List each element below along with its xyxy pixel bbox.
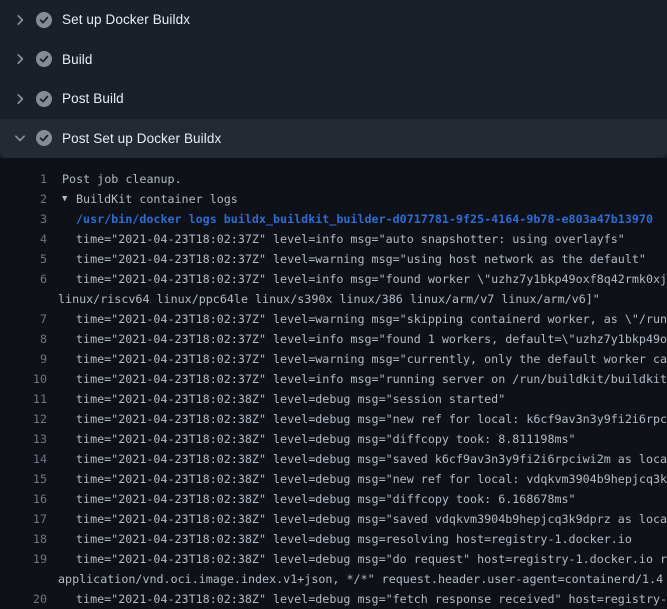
log-line: 10 time="2021-04-23T18:02:37Z" level=info… bbox=[0, 369, 667, 389]
check-circle-icon bbox=[36, 91, 52, 107]
log-line: 2 ▼ BuildKit container logs bbox=[0, 189, 667, 209]
log-line: 3/usr/bin/docker logs buildx_buildkit_bu… bbox=[0, 209, 667, 229]
step-title: Set up Docker Buildx bbox=[62, 12, 190, 27]
chevron-right-icon[interactable] bbox=[12, 91, 28, 107]
line-number[interactable]: 7 bbox=[0, 309, 47, 329]
line-number[interactable]: 12 bbox=[0, 409, 47, 429]
log-line: application/vnd.oci.image.index.v1+json,… bbox=[0, 569, 667, 589]
line-number[interactable]: 11 bbox=[0, 389, 47, 409]
log-text: Post job cleanup. bbox=[62, 169, 182, 189]
log-text: time="2021-04-23T18:02:38Z" level=debug … bbox=[76, 449, 667, 469]
log-line: 14 time="2021-04-23T18:02:38Z" level=debu… bbox=[0, 449, 667, 469]
chevron-right-icon[interactable] bbox=[12, 12, 28, 28]
log-text: time="2021-04-23T18:02:37Z" level=warnin… bbox=[76, 249, 646, 269]
log-text: time="2021-04-23T18:02:38Z" level=debug … bbox=[76, 589, 667, 609]
log-line: 11 time="2021-04-23T18:02:38Z" level=debu… bbox=[0, 389, 667, 409]
line-number[interactable]: 3 bbox=[0, 209, 47, 229]
log-text: time="2021-04-23T18:02:38Z" level=debug … bbox=[76, 529, 632, 549]
log-area[interactable]: 1 Post job cleanup. 2 ▼ BuildKit container l… bbox=[0, 158, 667, 609]
log-line: 13 time="2021-04-23T18:02:38Z" level=debu… bbox=[0, 429, 667, 449]
log-line: 1 Post job cleanup. bbox=[0, 169, 667, 189]
log-text: time="2021-04-23T18:02:37Z" level=info m… bbox=[76, 269, 667, 289]
log-line: 4 time="2021-04-23T18:02:37Z" level=info … bbox=[0, 229, 667, 249]
step-header-post-set-up-docker-buildx[interactable]: Post Set up Docker Buildx bbox=[0, 119, 667, 159]
log-text: time="2021-04-23T18:02:37Z" level=warnin… bbox=[76, 309, 667, 329]
chevron-right-icon[interactable] bbox=[12, 51, 28, 67]
line-number[interactable]: 4 bbox=[0, 229, 47, 249]
log-line: 5 time="2021-04-23T18:02:37Z" level=warni… bbox=[0, 249, 667, 269]
collapse-triangle-icon[interactable]: ▼ bbox=[62, 189, 67, 209]
log-text: application/vnd.oci.image.index.v1+json,… bbox=[58, 569, 663, 589]
log-text: time="2021-04-23T18:02:38Z" level=debug … bbox=[76, 549, 667, 569]
line-number[interactable]: 8 bbox=[0, 329, 47, 349]
log-text: time="2021-04-23T18:02:38Z" level=debug … bbox=[76, 469, 667, 489]
log-line: 17 time="2021-04-23T18:02:38Z" level=debu… bbox=[0, 509, 667, 529]
log-line: 16 time="2021-04-23T18:02:38Z" level=debu… bbox=[0, 489, 667, 509]
line-number[interactable]: 19 bbox=[0, 549, 47, 569]
log-line: 7 time="2021-04-23T18:02:37Z" level=warni… bbox=[0, 309, 667, 329]
line-number[interactable]: 16 bbox=[0, 489, 47, 509]
line-number[interactable]: 2 bbox=[0, 189, 47, 209]
log-command-text: /usr/bin/docker logs buildx_buildkit_bui… bbox=[76, 209, 653, 229]
step-title: Post Set up Docker Buildx bbox=[62, 131, 221, 146]
line-number[interactable]: 13 bbox=[0, 429, 47, 449]
log-text: time="2021-04-23T18:02:37Z" level=info m… bbox=[76, 329, 667, 349]
step-title: Build bbox=[62, 52, 93, 67]
log-text: time="2021-04-23T18:02:38Z" level=debug … bbox=[76, 389, 505, 409]
line-number[interactable]: 14 bbox=[0, 449, 47, 469]
log-text: time="2021-04-23T18:02:37Z" level=info m… bbox=[76, 229, 625, 249]
log-line: 19 time="2021-04-23T18:02:38Z" level=debu… bbox=[0, 549, 667, 569]
step-header-set-up-docker-buildx[interactable]: Set up Docker Buildx bbox=[0, 0, 667, 40]
log-text: time="2021-04-23T18:02:38Z" level=debug … bbox=[76, 429, 576, 449]
log-line: 8 time="2021-04-23T18:02:37Z" level=info … bbox=[0, 329, 667, 349]
log-line: 18 time="2021-04-23T18:02:38Z" level=debu… bbox=[0, 529, 667, 549]
log-text: time="2021-04-23T18:02:37Z" level=info m… bbox=[76, 369, 667, 389]
log-text: BuildKit container logs bbox=[76, 189, 238, 209]
line-number[interactable]: 15 bbox=[0, 469, 47, 489]
log-line: 9 time="2021-04-23T18:02:37Z" level=warni… bbox=[0, 349, 667, 369]
line-number[interactable]: 5 bbox=[0, 249, 47, 269]
log-text: time="2021-04-23T18:02:38Z" level=debug … bbox=[76, 409, 667, 429]
log-text: linux/riscv64 linux/ppc64le linux/s390x … bbox=[58, 289, 600, 309]
log-line: 15 time="2021-04-23T18:02:38Z" level=debu… bbox=[0, 469, 667, 489]
log-text: time="2021-04-23T18:02:38Z" level=debug … bbox=[76, 509, 667, 529]
check-circle-icon bbox=[36, 12, 52, 28]
log-line: 12 time="2021-04-23T18:02:38Z" level=debu… bbox=[0, 409, 667, 429]
check-circle-icon bbox=[36, 51, 52, 67]
check-circle-icon bbox=[36, 130, 52, 146]
line-number[interactable]: 17 bbox=[0, 509, 47, 529]
step-header-post-build[interactable]: Post Build bbox=[0, 79, 667, 119]
step-header-build[interactable]: Build bbox=[0, 40, 667, 80]
line-number[interactable]: 20 bbox=[0, 589, 47, 609]
line-number[interactable]: 9 bbox=[0, 349, 47, 369]
line-number[interactable]: 6 bbox=[0, 269, 47, 289]
log-text: time="2021-04-23T18:02:37Z" level=warnin… bbox=[76, 349, 667, 369]
line-number[interactable]: 10 bbox=[0, 369, 47, 389]
log-text: time="2021-04-23T18:02:38Z" level=debug … bbox=[76, 489, 576, 509]
log-line: 20 time="2021-04-23T18:02:38Z" level=debu… bbox=[0, 589, 667, 609]
log-line: 6 time="2021-04-23T18:02:37Z" level=info … bbox=[0, 269, 667, 289]
log-line: linux/riscv64 linux/ppc64le linux/s390x … bbox=[0, 289, 667, 309]
line-number[interactable]: 1 bbox=[0, 169, 47, 189]
steps-list: Set up Docker Buildx Build Post Build Post … bbox=[0, 0, 667, 158]
line-number[interactable]: 18 bbox=[0, 529, 47, 549]
step-title: Post Build bbox=[62, 91, 124, 106]
chevron-down-icon[interactable] bbox=[12, 130, 28, 146]
